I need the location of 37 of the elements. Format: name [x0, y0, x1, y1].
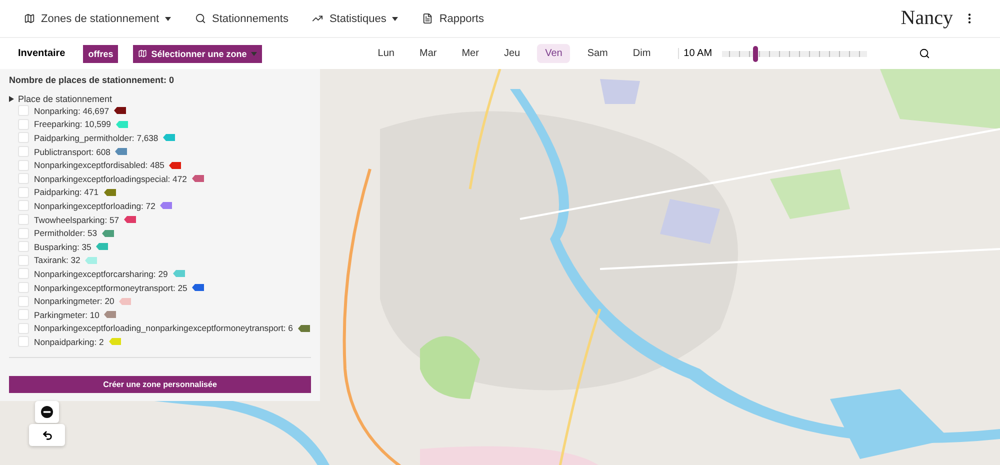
- day-tab[interactable]: Sam: [579, 44, 616, 63]
- category-label: Paidparking: 471: [34, 187, 98, 198]
- category-label: Nonparkingexceptforcarsharing: 29: [34, 268, 168, 279]
- category-label: Nonparkingexceptfordisabled: 485: [34, 160, 164, 170]
- category-label: Taxirank: 32: [34, 255, 80, 266]
- offers-button[interactable]: offres: [83, 44, 118, 62]
- category-label: Nonparkingexceptforloading_nonparkingexceptformoneytransport: 6: [34, 323, 293, 334]
- day-tab[interactable]: Dim: [624, 44, 659, 63]
- nav-link[interactable]: Rapports: [422, 12, 484, 24]
- category-label: Paidparking_permitholder: 7,638: [34, 132, 158, 143]
- category-label: Parkingmeter: 10: [34, 310, 100, 320]
- category-label: Twowheelsparking: 57: [34, 214, 120, 225]
- category-label: Nonparkingexceptforloading: 72: [34, 200, 156, 211]
- category-label: Publictransport: 608: [34, 146, 110, 157]
- zone-select-button[interactable]: Sélectionner une zone: [133, 44, 262, 62]
- category-label: Nonparking: 46,697: [34, 106, 110, 116]
- day-tab[interactable]: Lun: [370, 44, 402, 63]
- category-label: Freeparking: 10,599: [34, 119, 111, 130]
- nav-link[interactable]: Stationnements: [195, 12, 288, 24]
- category-label: Busparking: 35: [34, 242, 92, 252]
- nav-link[interactable]: Zones de stationnement: [24, 12, 172, 24]
- day-tab[interactable]: Ven: [537, 44, 570, 63]
- logo: Nancy: [900, 7, 953, 30]
- category-label: Nonparkingexceptformoneytransport: 25: [34, 282, 188, 293]
- day-tab[interactable]: Jeu: [496, 44, 528, 63]
- day-tab[interactable]: Mer: [454, 44, 487, 63]
- page-title: Inventaire: [18, 48, 66, 59]
- group-label: Place de stationnement: [18, 94, 112, 104]
- day-tab[interactable]: Mar: [411, 44, 445, 63]
- category-label: Nonpaidparking: 2: [34, 336, 104, 347]
- time-label: 10 AM: [678, 48, 712, 59]
- category-label: Permitholder: 53: [34, 228, 98, 238]
- category-label: Nonparkingmeter: 20: [34, 296, 114, 306]
- category-label: Nonparkingexceptforloadingspecial: 472: [34, 174, 187, 184]
- create-zone-button[interactable]: Créer une zone personnalisée: [9, 376, 311, 393]
- nav-link[interactable]: Statistiques: [312, 12, 398, 24]
- count-text: Nombre de places de stationnement: 0: [9, 75, 176, 85]
